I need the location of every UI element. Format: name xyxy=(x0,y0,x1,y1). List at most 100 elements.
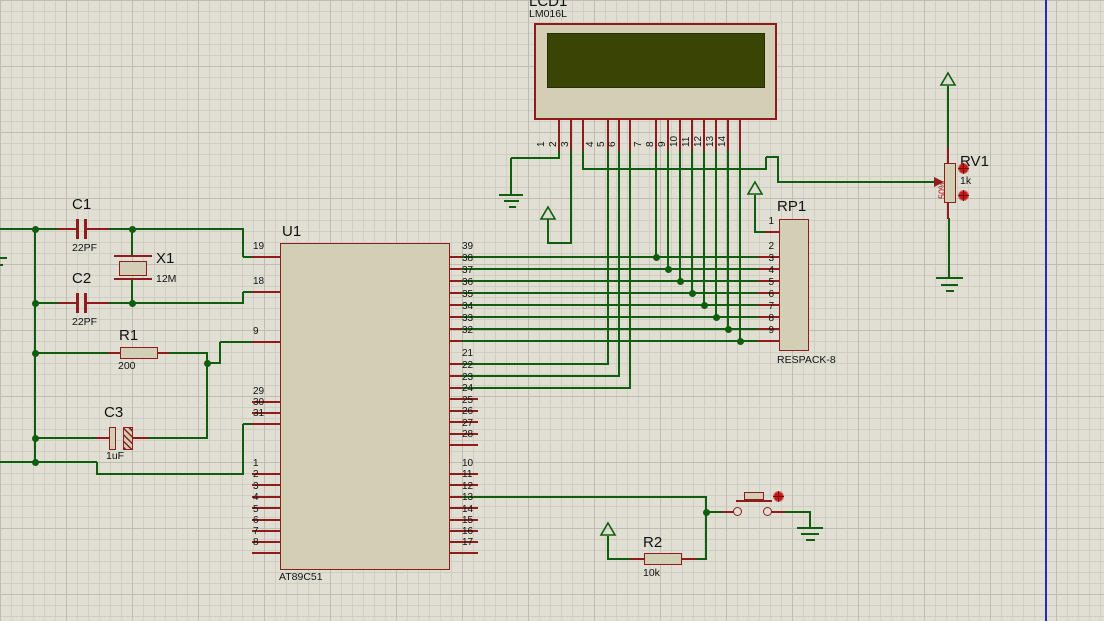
wire-segment[interactable] xyxy=(765,157,767,170)
pin-stub[interactable] xyxy=(629,120,631,151)
ground-icon[interactable] xyxy=(806,539,815,541)
pin-stub[interactable] xyxy=(450,363,462,365)
wire-segment[interactable] xyxy=(0,228,58,230)
c2-plate[interactable] xyxy=(84,293,87,313)
pin-stub[interactable] xyxy=(618,120,620,151)
wire-segment[interactable] xyxy=(948,218,950,279)
wire-segment[interactable] xyxy=(548,242,572,244)
wire-segment[interactable] xyxy=(629,151,631,388)
wire-segment[interactable] xyxy=(460,387,631,389)
wire-segment[interactable] xyxy=(219,342,221,363)
ground-icon[interactable] xyxy=(0,257,7,259)
wire-segment[interactable] xyxy=(511,157,560,159)
ground-icon[interactable] xyxy=(797,527,823,529)
pin-stub[interactable] xyxy=(450,340,462,342)
pin-stub[interactable] xyxy=(252,423,280,425)
ground-icon[interactable] xyxy=(0,264,3,266)
wire-segment[interactable] xyxy=(96,462,98,475)
pin-stub[interactable] xyxy=(58,228,77,230)
wire-segment[interactable] xyxy=(667,151,669,269)
wire-segment[interactable] xyxy=(168,352,208,354)
wire-segment[interactable] xyxy=(739,151,741,341)
wire-segment[interactable] xyxy=(460,292,758,294)
pin-stub[interactable] xyxy=(252,291,280,293)
pin-stub[interactable] xyxy=(450,552,478,554)
pin-stub[interactable] xyxy=(96,437,110,439)
pin-stub[interactable] xyxy=(450,256,462,258)
wire-segment[interactable] xyxy=(777,157,779,183)
wire-segment[interactable] xyxy=(460,375,620,377)
pin-stub[interactable] xyxy=(133,437,148,439)
wire-segment[interactable] xyxy=(570,151,572,244)
pin-stub[interactable] xyxy=(682,558,696,560)
wire-segment[interactable] xyxy=(607,536,609,560)
pin-stub[interactable] xyxy=(450,444,478,446)
wire-segment[interactable] xyxy=(655,151,657,257)
ground-icon[interactable] xyxy=(941,284,958,286)
pin-stub[interactable] xyxy=(450,387,462,389)
pin-stub[interactable] xyxy=(58,302,77,304)
pin-stub[interactable] xyxy=(450,496,462,498)
button-actuator[interactable] xyxy=(744,492,764,500)
wire-segment[interactable] xyxy=(703,151,705,305)
wire-segment[interactable] xyxy=(35,352,108,354)
c1-plate[interactable] xyxy=(84,219,87,239)
wire-segment[interactable] xyxy=(582,151,584,170)
button-terminal[interactable] xyxy=(763,507,772,516)
wire-segment[interactable] xyxy=(778,181,935,183)
wire-segment[interactable] xyxy=(460,268,758,270)
pin-stub[interactable] xyxy=(947,203,949,219)
pin-stub[interactable] xyxy=(771,511,785,513)
wire-segment[interactable] xyxy=(510,158,512,196)
wire-segment[interactable] xyxy=(784,511,811,513)
wire-segment[interactable] xyxy=(607,151,609,364)
c3-plate-polarized[interactable] xyxy=(123,427,133,450)
wire-segment[interactable] xyxy=(558,151,560,159)
pin-stub[interactable] xyxy=(450,292,462,294)
ground-icon[interactable] xyxy=(504,200,519,202)
wire-segment[interactable] xyxy=(460,363,609,365)
pin-stub[interactable] xyxy=(252,341,280,343)
pin-stub[interactable] xyxy=(947,147,949,164)
wire-segment[interactable] xyxy=(460,256,758,258)
respack-body[interactable] xyxy=(779,219,809,351)
pin-stub[interactable] xyxy=(158,352,169,354)
pin-stub[interactable] xyxy=(87,302,109,304)
c3-plate[interactable] xyxy=(109,427,116,450)
wire-segment[interactable] xyxy=(0,461,97,463)
wire-segment[interactable] xyxy=(242,424,244,474)
c2-plate[interactable] xyxy=(76,293,79,313)
wire-segment[interactable] xyxy=(131,229,133,257)
pin-stub[interactable] xyxy=(450,268,462,270)
pin-stub[interactable] xyxy=(450,280,462,282)
power-arrow-icon[interactable] xyxy=(747,181,763,196)
wire-segment[interactable] xyxy=(947,86,949,148)
wire-segment[interactable] xyxy=(705,497,707,560)
power-arrow-icon[interactable] xyxy=(600,522,616,537)
pin-stub[interactable] xyxy=(758,340,779,342)
pin-stub[interactable] xyxy=(450,304,462,306)
c1-plate[interactable] xyxy=(76,219,79,239)
power-arrow-icon[interactable] xyxy=(540,206,556,221)
pin-stub[interactable] xyxy=(630,558,645,560)
wire-segment[interactable] xyxy=(691,151,693,293)
pin-stub[interactable] xyxy=(739,120,741,151)
wire-segment[interactable] xyxy=(220,341,252,343)
ground-icon[interactable] xyxy=(801,533,819,535)
pin-stub[interactable] xyxy=(87,228,109,230)
pin-stub[interactable] xyxy=(450,375,462,377)
wire-segment[interactable] xyxy=(460,304,758,306)
wire-segment[interactable] xyxy=(547,219,549,244)
xtal-body[interactable] xyxy=(119,261,147,276)
pin-stub[interactable] xyxy=(252,552,280,554)
ground-icon[interactable] xyxy=(499,194,523,196)
ground-icon[interactable] xyxy=(946,290,954,292)
wire-segment[interactable] xyxy=(715,151,717,317)
wire-segment[interactable] xyxy=(460,340,758,342)
wire-segment[interactable] xyxy=(35,437,97,439)
wire-segment[interactable] xyxy=(147,437,208,439)
wire-segment[interactable] xyxy=(608,558,631,560)
mcu-body[interactable] xyxy=(280,243,450,570)
wire-segment[interactable] xyxy=(34,229,36,462)
pin-stub[interactable] xyxy=(582,120,584,151)
